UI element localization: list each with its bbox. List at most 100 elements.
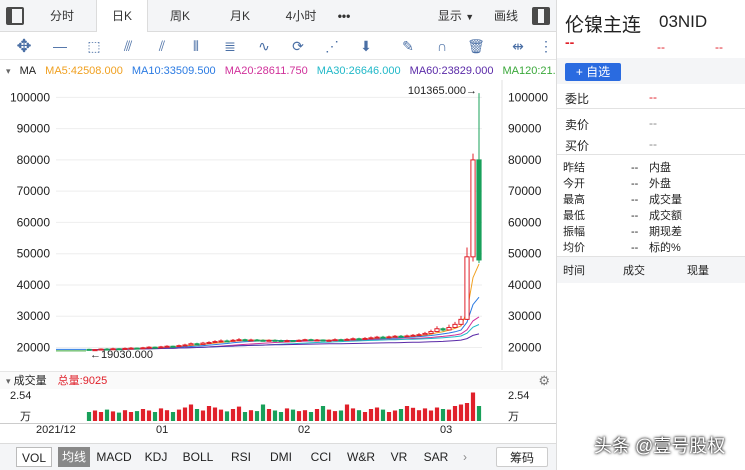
display-dropdown[interactable]: 显示 ▼	[428, 0, 484, 32]
rectangle-icon[interactable]: ⬚	[84, 36, 104, 56]
tab-vr[interactable]: VR	[386, 447, 412, 467]
volume-bar	[314, 409, 320, 421]
volume-bar	[464, 403, 470, 421]
candle-body	[470, 159, 476, 258]
period-toolbar: 分时 日K 周K 月K 4小时 ••• 显示 ▼ 画线	[0, 0, 556, 32]
volume-bar	[392, 410, 398, 421]
candle-body	[236, 339, 242, 342]
volume-bar	[140, 409, 146, 421]
eraser-icon[interactable]: ✎	[398, 36, 418, 56]
volume-bar	[398, 409, 404, 421]
volume-y-unit-right: 万	[508, 411, 519, 423]
expand-icon[interactable]: ⇹	[508, 36, 528, 56]
chevron-down-icon[interactable]: ▾	[6, 66, 11, 76]
chevron-right-icon[interactable]: ›	[458, 447, 472, 467]
candle-body	[464, 256, 470, 320]
parallel-lines-icon[interactable]: ⦀	[186, 36, 206, 56]
volume-bar	[170, 412, 176, 421]
fan-icon[interactable]: ⫻	[118, 36, 138, 56]
volume-bar	[350, 408, 356, 421]
candle-body	[296, 339, 302, 342]
volume-bar	[440, 409, 446, 421]
line-segment-icon[interactable]: —	[50, 36, 70, 56]
tab-weekly-k[interactable]: 周K	[156, 0, 204, 32]
max-price-label: 101365.000→	[408, 85, 477, 97]
chevron-down-icon[interactable]: ▾	[6, 376, 11, 386]
candle-body	[422, 332, 428, 336]
trash-icon[interactable]: 🗑	[466, 36, 486, 56]
tab-monthly-k[interactable]: 月K	[216, 0, 264, 32]
lock-icon[interactable]: ⋮	[536, 36, 556, 56]
volume-chart[interactable]: 2.54 万 2.54 万	[0, 389, 556, 423]
stat-value: --	[631, 162, 639, 174]
draw-line-button[interactable]: 画线	[488, 0, 524, 32]
y-tick-label: 60000	[17, 215, 51, 229]
volume-bar	[122, 410, 128, 421]
tab-rsi[interactable]: RSI	[226, 447, 256, 467]
volume-total: 总量:9025	[57, 375, 108, 387]
volume-bar	[206, 406, 212, 421]
trade-header	[557, 257, 745, 283]
fibonacci-icon[interactable]: ≣	[220, 36, 240, 56]
volume-bar	[182, 407, 188, 421]
y-tick-label: 70000	[17, 184, 51, 198]
tab-daily-k[interactable]: 日K	[96, 0, 148, 32]
crosshair-icon[interactable]: ✥	[14, 36, 34, 56]
tab-boll[interactable]: BOLL	[180, 447, 216, 467]
volume-bar	[380, 409, 386, 421]
candle-body	[284, 340, 290, 343]
volume-bar	[176, 409, 182, 421]
ma-line	[88, 263, 480, 351]
volume-bar	[104, 409, 110, 421]
arrow-down-icon[interactable]: ⬇	[356, 36, 376, 56]
add-watchlist-button[interactable]: + 自选	[565, 63, 621, 81]
volume-bar	[248, 410, 254, 421]
stat-label: 成交额	[649, 210, 682, 222]
tab-sar[interactable]: SAR	[420, 447, 452, 467]
volume-bar	[200, 410, 206, 421]
candle-body	[308, 339, 314, 342]
panel-toggle-icon[interactable]	[532, 7, 550, 25]
date-tick: 03	[440, 424, 453, 436]
candle-body	[458, 318, 464, 325]
wave-icon[interactable]: ∿	[254, 36, 274, 56]
volume-bar	[434, 407, 440, 421]
drawing-toolbar: ✥ — ⬚ ⫻ ⫽ ⦀ ≣ ∿ ⟳ ⋰ ⬇ ✎ ∩ 🗑 ⇹ ⋮	[0, 32, 556, 60]
magnet-icon[interactable]: ∩	[432, 36, 452, 56]
candle-body	[434, 328, 440, 333]
cycle-icon[interactable]: ⟳	[288, 36, 308, 56]
channel-icon[interactable]: ⫽	[152, 36, 172, 56]
candle-body	[374, 336, 380, 339]
sidebar-toggle-icon[interactable]	[6, 7, 24, 25]
ma-label: MA	[19, 65, 37, 77]
candle-body	[200, 342, 206, 345]
kline-chart[interactable]: 20000 30000 40000 50000 60000 70000 80000 90000…	[0, 80, 556, 370]
volume-header: ▾ 成交量 总量:9025 ⚙	[0, 371, 556, 389]
tab-4hour[interactable]: 4小时	[274, 0, 328, 32]
candle-body	[152, 346, 158, 349]
tab-ma[interactable]: 均线	[58, 447, 90, 467]
ma-lines	[56, 263, 480, 352]
volume-bar	[116, 412, 122, 421]
chip-button[interactable]: 筹码	[496, 447, 548, 467]
gann-icon[interactable]: ⋰	[322, 36, 342, 56]
stat-label: 今开	[563, 178, 585, 190]
settings-gear-icon[interactable]: ⚙	[538, 372, 550, 390]
tab-vol[interactable]: VOL	[16, 447, 52, 467]
candle-body	[446, 326, 452, 331]
tab-kdj[interactable]: KDJ	[140, 447, 172, 467]
candle-body	[290, 340, 296, 343]
volume-bar	[326, 409, 332, 421]
tab-macd[interactable]: MACD	[94, 447, 134, 467]
tab-timeshare[interactable]: 分时	[40, 0, 84, 32]
tab-dmi[interactable]: DMI	[266, 447, 296, 467]
more-periods-button[interactable]: •••	[330, 0, 358, 32]
candle-body	[188, 343, 194, 346]
tab-wr[interactable]: W&R	[344, 447, 378, 467]
stat-value: --	[631, 194, 639, 206]
y-tick-label: 20000	[508, 340, 542, 354]
volume-bar	[236, 406, 242, 421]
volume-bar	[152, 412, 158, 421]
y-tick-label: 80000	[17, 153, 51, 167]
tab-cci[interactable]: CCI	[306, 447, 336, 467]
